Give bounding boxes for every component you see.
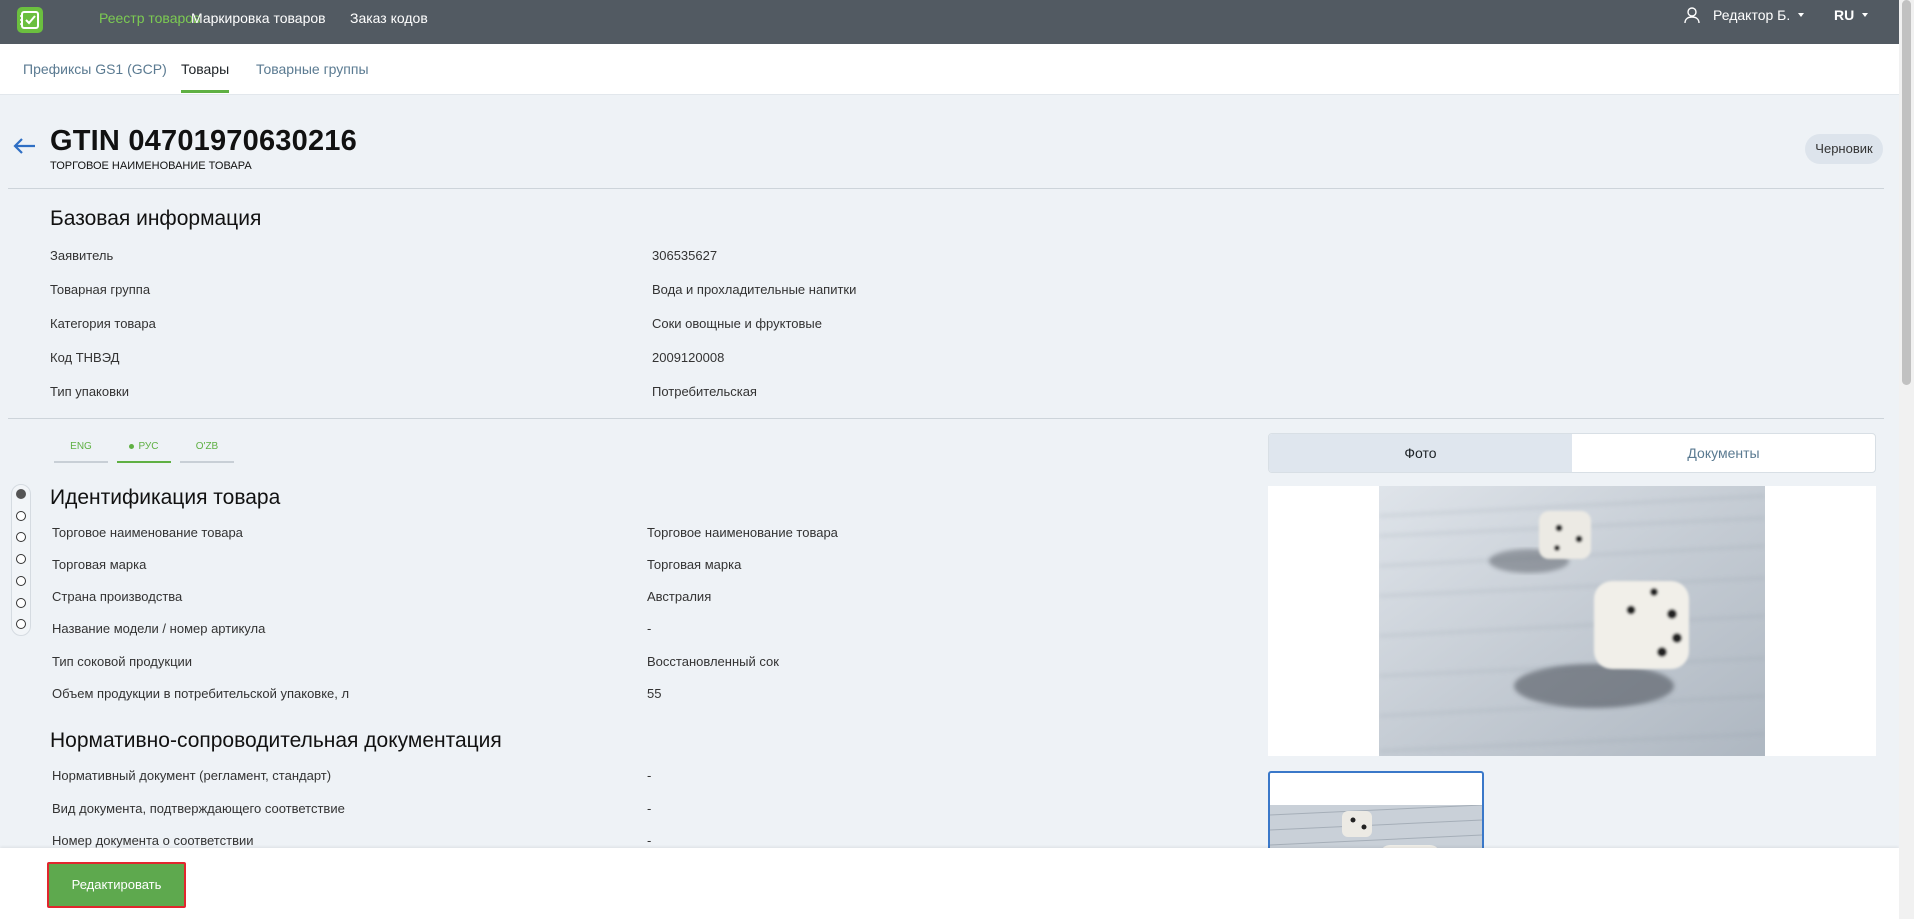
tab-product-groups[interactable]: Товарные группы: [256, 44, 369, 95]
documentation-value: -: [647, 801, 652, 816]
base-info-label: Товарная группа: [50, 282, 151, 297]
page-title: GTIN 04701970630216: [50, 125, 357, 157]
user-menu[interactable]: Редактор Б.: [1683, 0, 1805, 37]
photo-viewer: [1268, 486, 1876, 756]
language-value: RU: [1834, 7, 1855, 23]
divider: [8, 418, 1884, 419]
divider: [8, 188, 1884, 189]
documentation-label: Нормативный документ (регламент, стандар…: [52, 768, 332, 783]
product-photo[interactable]: [1379, 486, 1765, 756]
identification-label: Страна производства: [52, 589, 183, 604]
media-tabs: Фото Документы: [1268, 433, 1876, 473]
nav-code-orders[interactable]: Заказ кодов: [350, 0, 428, 44]
identification-value: Торговое наименование товара: [647, 525, 838, 540]
section-stepper: [11, 484, 31, 636]
tab-prefixes[interactable]: Префиксы GS1 (GCP): [23, 44, 167, 95]
lang-tab-uzb[interactable]: O'ZB: [180, 430, 234, 463]
app-logo-icon[interactable]: [17, 7, 43, 33]
back-arrow-icon[interactable]: [11, 136, 37, 156]
nav-registry[interactable]: Реестр товаров: [99, 0, 201, 44]
chevron-down-icon: [1862, 13, 1869, 17]
stepper-dot[interactable]: [16, 554, 26, 564]
thumbnail-image: [1270, 805, 1482, 849]
base-info-label: Заявитель: [50, 248, 114, 263]
identification-value: 55: [647, 686, 662, 701]
stepper-dot[interactable]: [16, 576, 26, 586]
stepper-dot[interactable]: [16, 532, 26, 542]
tab-photo[interactable]: Фото: [1269, 434, 1572, 472]
identification-label: Торговое наименование товара: [52, 525, 243, 540]
nav-marking[interactable]: Маркировка товаров: [191, 0, 326, 44]
identification-label: Название модели / номер артикула: [52, 621, 266, 636]
tab-goods[interactable]: Товары: [181, 44, 230, 95]
identification-label: Объем продукции в потребительской упаков…: [52, 686, 350, 701]
base-info-label: Категория товара: [50, 316, 156, 331]
user-icon: [1684, 7, 1700, 24]
active-dot-icon: [129, 443, 135, 449]
top-bar: Реестр товаров Маркировка товаров Заказ …: [0, 0, 1899, 44]
lang-tab-eng[interactable]: ENG: [54, 430, 108, 463]
scrollbar-thumb[interactable]: [1902, 0, 1911, 385]
vertical-scrollbar[interactable]: [1899, 0, 1914, 919]
edit-button[interactable]: Редактировать: [47, 862, 186, 908]
identification-value: -: [647, 621, 652, 636]
documentation-label: Номер документа о соответствии: [52, 833, 254, 848]
base-info-value: 2009120008: [652, 350, 725, 365]
identification-label: Тип соковой продукции: [52, 654, 193, 669]
language-select[interactable]: RU: [1834, 0, 1869, 37]
stepper-dot[interactable]: [16, 619, 26, 629]
identification-title: Идентификация товара: [50, 486, 281, 509]
user-name: Редактор Б.: [1713, 7, 1791, 23]
documentation-value: -: [647, 768, 652, 783]
base-info-title: Базовая информация: [50, 207, 262, 230]
lang-tab-rus[interactable]: РУС: [117, 430, 171, 463]
status-badge: Черновик: [1805, 134, 1883, 164]
base-info-value: 306535627: [652, 248, 718, 263]
identification-value: Торговая марка: [647, 557, 742, 572]
sub-navigation: Префиксы GS1 (GCP) Товары Товарные групп…: [0, 44, 1899, 95]
base-info-value: Потребительская: [652, 384, 757, 399]
tab-documents[interactable]: Документы: [1572, 434, 1875, 472]
documentation-title: Нормативно-сопроводительная документация: [50, 729, 502, 752]
stepper-dot[interactable]: [16, 489, 26, 499]
identification-value: Австралия: [647, 589, 712, 604]
base-info-label: Тип упаковки: [50, 384, 129, 399]
stepper-dot[interactable]: [16, 598, 26, 608]
chevron-down-icon: [1798, 13, 1805, 17]
lang-tab-label: O'ZB: [195, 441, 219, 452]
lang-tab-label: ENG: [70, 441, 92, 452]
base-info-value: Соки овощные и фруктовые: [652, 316, 822, 331]
base-info-value: Вода и прохладительные напитки: [652, 282, 857, 297]
bottom-action-bar: [0, 848, 1899, 919]
documentation-label: Вид документа, подтверждающего соответст…: [52, 801, 345, 816]
identification-label: Торговая марка: [52, 557, 147, 572]
base-info-label: Код ТНВЭД: [50, 350, 120, 365]
stepper-dot[interactable]: [16, 511, 26, 521]
documentation-value: -: [647, 833, 652, 848]
page-subtitle: ТОРГОВОЕ НАИМЕНОВАНИЕ ТОВАРА: [50, 160, 252, 172]
lang-tab-label: РУС: [138, 441, 159, 452]
photo-thumbnail[interactable]: [1268, 771, 1484, 851]
identification-value: Восстановленный сок: [647, 654, 779, 669]
